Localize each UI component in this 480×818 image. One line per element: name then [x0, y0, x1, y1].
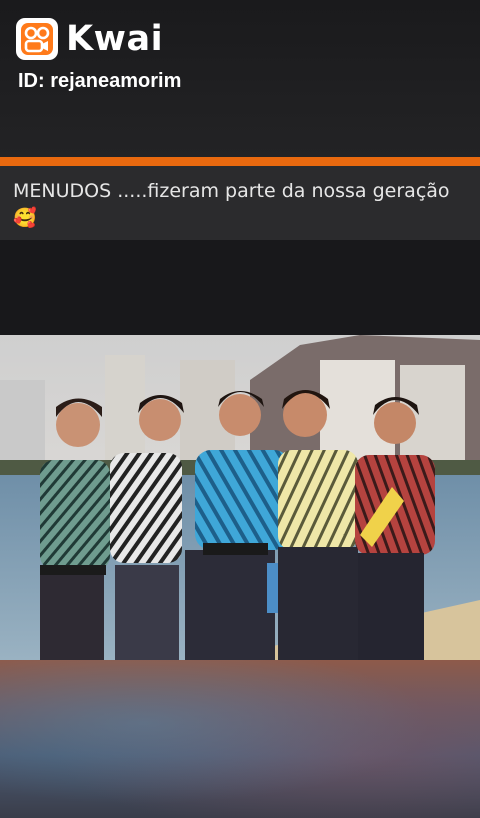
- watermark-header: Kwai ID: rejaneamorim: [0, 0, 480, 157]
- user-id: ID: rejaneamorim: [18, 70, 182, 92]
- kwai-logo: Kwai: [16, 18, 163, 60]
- kwai-logo-icon: [16, 18, 58, 60]
- caption-box: MENUDOS .....fizeram parte da nossa gera…: [0, 166, 480, 240]
- post-caption: MENUDOS .....fizeram parte da nossa gera…: [13, 180, 450, 229]
- accent-divider: [0, 157, 480, 166]
- spacer: [0, 240, 480, 335]
- brand-name: Kwai: [66, 19, 164, 59]
- blurred-background: [0, 660, 480, 818]
- group-photo[interactable]: [0, 335, 480, 660]
